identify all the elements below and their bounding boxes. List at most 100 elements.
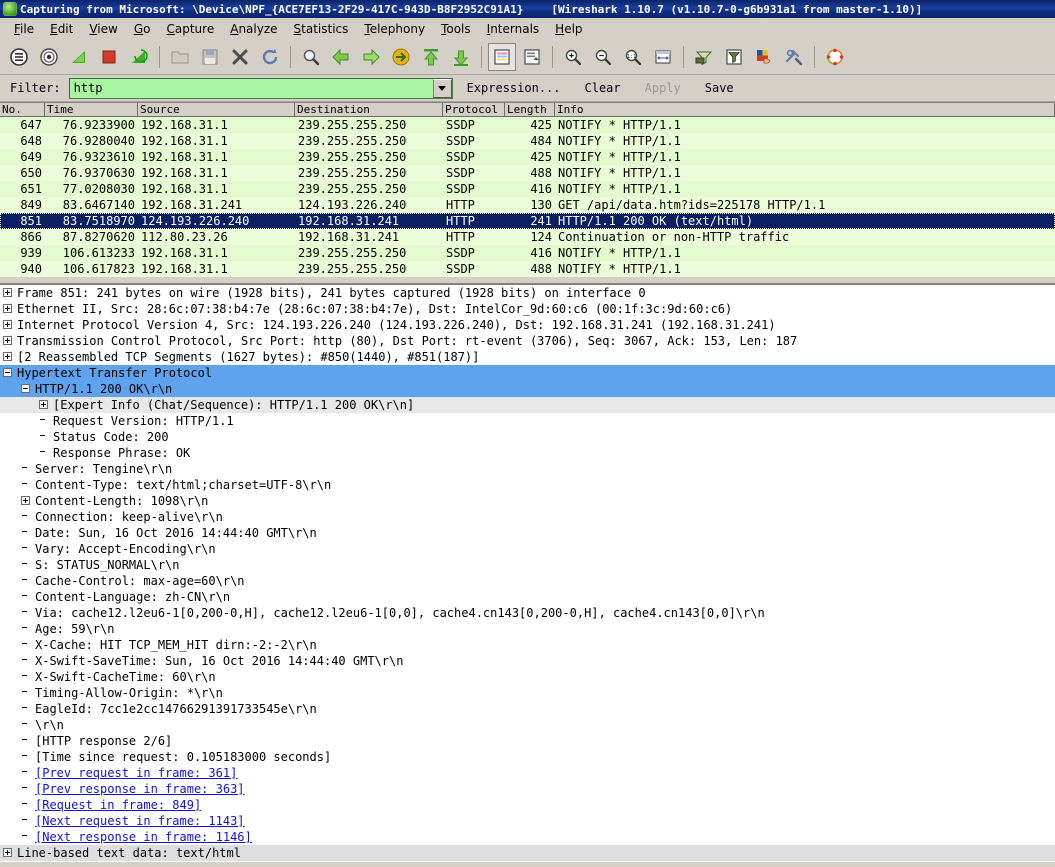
table-row[interactable]: 851 83.7518970 124.193.226.240 192.168.31.2… xyxy=(0,213,1055,229)
table-row[interactable]: 940 106.617823 192.168.31.1 239.255.255.250… xyxy=(0,261,1055,277)
detail-tree-row[interactable]: [Next request in frame: 1143] xyxy=(0,813,1055,829)
clear-filter-button[interactable]: Clear xyxy=(575,79,631,97)
table-row[interactable]: 651 77.0208030 192.168.31.1 239.255.255.250… xyxy=(0,181,1055,197)
capture-filters-icon[interactable] xyxy=(690,43,718,71)
detail-tree-row[interactable]: X-Swift-CacheTime: 60\r\n xyxy=(0,669,1055,685)
detail-tree-row[interactable]: [Next response in frame: 1146] xyxy=(0,829,1055,845)
interfaces-list-icon[interactable] xyxy=(5,43,33,71)
packet-list-pane[interactable]: No. Time Source Destination Protocol Length In… xyxy=(0,102,1055,283)
detail-frame-link[interactable]: [Next request in frame: 1143] xyxy=(33,813,245,829)
detail-frame-link[interactable]: [Prev request in frame: 361] xyxy=(33,765,237,781)
expand-plus-icon[interactable] xyxy=(3,304,12,313)
detail-tree-row[interactable]: Content-Type: text/html;charset=UTF-8\r\… xyxy=(0,477,1055,493)
column-header-length[interactable]: Length xyxy=(505,103,555,116)
table-row[interactable]: 866 87.8270620 112.80.23.26 192.168.31.241 H… xyxy=(0,229,1055,245)
detail-tree-row[interactable]: HTTP/1.1 200 OK\r\n xyxy=(0,381,1055,397)
start-capture-icon[interactable] xyxy=(65,43,93,71)
zoom-in-icon[interactable] xyxy=(559,43,587,71)
detail-tree-row[interactable]: Transmission Control Protocol, Src Port:… xyxy=(0,333,1055,349)
capture-options-icon[interactable] xyxy=(35,43,63,71)
column-header-protocol[interactable]: Protocol xyxy=(443,103,505,116)
detail-tree-row[interactable]: Response Phrase: OK xyxy=(0,445,1055,461)
detail-tree-row[interactable]: Request Version: HTTP/1.1 xyxy=(0,413,1055,429)
menu-item-tools[interactable]: Tools xyxy=(433,20,479,38)
table-row[interactable]: 647 76.9233900 192.168.31.1 239.255.255.250… xyxy=(0,117,1055,133)
table-row[interactable]: 849 83.6467140 192.168.31.241 124.193.226.2… xyxy=(0,197,1055,213)
detail-tree-row[interactable]: Hypertext Transfer Protocol xyxy=(0,365,1055,381)
detail-tree-row[interactable]: X-Swift-SaveTime: Sun, 16 Oct 2016 14:44… xyxy=(0,653,1055,669)
menu-item-statistics[interactable]: Statistics xyxy=(286,20,357,38)
detail-tree-row[interactable]: [Request in frame: 849] xyxy=(0,797,1055,813)
go-to-last-packet-icon[interactable] xyxy=(447,43,475,71)
detail-tree-row[interactable]: Content-Length: 1098\r\n xyxy=(0,493,1055,509)
expand-plus-icon[interactable] xyxy=(39,400,48,409)
packet-list-body[interactable]: 647 76.9233900 192.168.31.1 239.255.255.250… xyxy=(0,117,1055,277)
detail-tree-row[interactable]: X-Cache: HIT TCP_MEM_HIT dirn:-2:-2\r\n xyxy=(0,637,1055,653)
preferences-icon[interactable] xyxy=(780,43,808,71)
column-header-destination[interactable]: Destination xyxy=(295,103,443,116)
detail-tree-row[interactable]: Server: Tengine\r\n xyxy=(0,461,1055,477)
detail-tree-row[interactable]: [Time since request: 0.105183000 seconds… xyxy=(0,749,1055,765)
packet-details-pane[interactable]: Frame 851: 241 bytes on wire (1928 bits)… xyxy=(0,283,1055,862)
go-forward-icon[interactable] xyxy=(357,43,385,71)
zoom-reset-icon[interactable]: 1:1 xyxy=(619,43,647,71)
resize-columns-icon[interactable] xyxy=(649,43,677,71)
menu-item-view[interactable]: View xyxy=(81,20,125,38)
detail-tree-row[interactable]: [Expert Info (Chat/Sequence): HTTP/1.1 2… xyxy=(0,397,1055,413)
detail-tree-row[interactable]: Vary: Accept-Encoding\r\n xyxy=(0,541,1055,557)
detail-tree-row[interactable]: Date: Sun, 16 Oct 2016 14:44:40 GMT\r\n xyxy=(0,525,1055,541)
detail-frame-link[interactable]: [Request in frame: 849] xyxy=(33,797,201,813)
save-filter-button[interactable]: Save xyxy=(695,79,744,97)
detail-tree-row[interactable]: Status Code: 200 xyxy=(0,429,1055,445)
detail-frame-link[interactable]: [Next response in frame: 1146] xyxy=(33,829,252,845)
expand-plus-icon[interactable] xyxy=(3,336,12,345)
column-header-source[interactable]: Source xyxy=(138,103,295,116)
close-file-icon[interactable] xyxy=(226,43,254,71)
table-row[interactable]: 649 76.9323610 192.168.31.1 239.255.255.250… xyxy=(0,149,1055,165)
open-file-icon[interactable] xyxy=(166,43,194,71)
collapse-minus-icon[interactable] xyxy=(21,384,30,393)
detail-tree-row[interactable]: Internet Protocol Version 4, Src: 124.19… xyxy=(0,317,1055,333)
expand-plus-icon[interactable] xyxy=(3,288,12,297)
detail-tree-row[interactable]: Timing-Allow-Origin: *\r\n xyxy=(0,685,1055,701)
collapse-minus-icon[interactable] xyxy=(3,368,12,377)
menu-item-internals[interactable]: Internals xyxy=(479,20,548,38)
detail-tree-row[interactable]: S: STATUS_NORMAL\r\n xyxy=(0,557,1055,573)
menu-item-capture[interactable]: Capture xyxy=(158,20,222,38)
menu-item-telephony[interactable]: Telephony xyxy=(356,20,433,38)
detail-tree-row[interactable]: [2 Reassembled TCP Segments (1627 bytes)… xyxy=(0,349,1055,365)
table-row[interactable]: 648 76.9280040 192.168.31.1 239.255.255.250… xyxy=(0,133,1055,149)
save-file-icon[interactable] xyxy=(196,43,224,71)
filter-dropdown-button[interactable] xyxy=(432,78,452,98)
detail-tree-row[interactable]: [HTTP response 2/6] xyxy=(0,733,1055,749)
detail-tree-row[interactable]: Line-based text data: text/html xyxy=(0,845,1055,861)
go-to-packet-icon[interactable] xyxy=(387,43,415,71)
column-header-info[interactable]: Info xyxy=(555,103,1055,116)
reload-file-icon[interactable] xyxy=(256,43,284,71)
filter-combobox[interactable] xyxy=(68,77,453,99)
apply-filter-button[interactable]: Apply xyxy=(635,79,691,97)
coloring-rules-icon[interactable] xyxy=(750,43,778,71)
expand-plus-icon[interactable] xyxy=(3,848,12,857)
go-to-first-packet-icon[interactable] xyxy=(417,43,445,71)
menu-item-file[interactable]: File xyxy=(6,20,42,38)
detail-frame-link[interactable]: [Prev response in frame: 363] xyxy=(33,781,245,797)
menu-item-help[interactable]: Help xyxy=(547,20,590,38)
auto-scroll-icon[interactable] xyxy=(518,43,546,71)
packet-list-header[interactable]: No. Time Source Destination Protocol Length In… xyxy=(0,103,1055,117)
column-header-no[interactable]: No. xyxy=(0,103,45,116)
expand-plus-icon[interactable] xyxy=(21,496,30,505)
restart-capture-icon[interactable] xyxy=(125,43,153,71)
detail-tree-row[interactable]: Connection: keep-alive\r\n xyxy=(0,509,1055,525)
menu-item-analyze[interactable]: Analyze xyxy=(222,20,285,38)
expand-plus-icon[interactable] xyxy=(3,352,12,361)
detail-tree-row[interactable]: [Prev request in frame: 361] xyxy=(0,765,1055,781)
detail-tree-row[interactable]: [Prev response in frame: 363] xyxy=(0,781,1055,797)
expand-plus-icon[interactable] xyxy=(3,320,12,329)
filter-input[interactable] xyxy=(69,78,433,98)
table-row[interactable]: 650 76.9370630 192.168.31.1 239.255.255.250… xyxy=(0,165,1055,181)
find-packet-icon[interactable] xyxy=(297,43,325,71)
table-row[interactable]: 939 106.613233 192.168.31.1 239.255.255.250… xyxy=(0,245,1055,261)
column-header-time[interactable]: Time xyxy=(45,103,138,116)
detail-tree-row[interactable]: Content-Language: zh-CN\r\n xyxy=(0,589,1055,605)
